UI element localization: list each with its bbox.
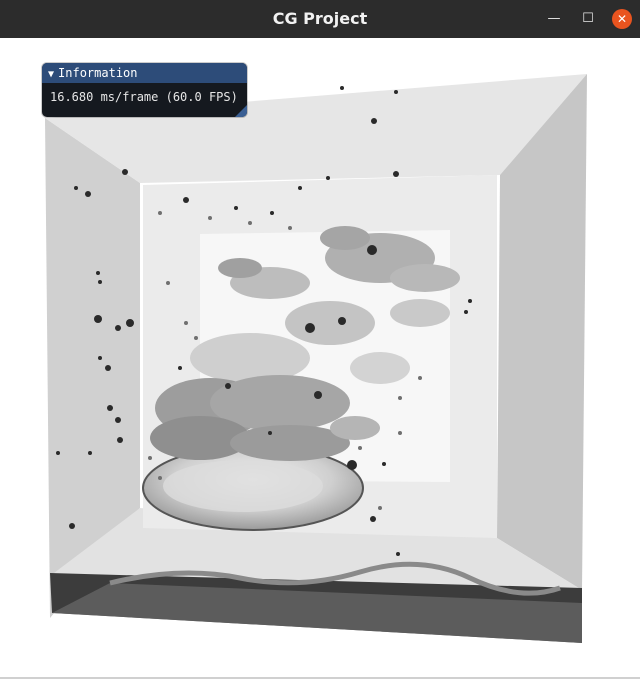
app-window: CG Project — ☐ ✕ ▼ Information 16.680 ms… — [0, 0, 640, 679]
minimize-button[interactable]: — — [544, 9, 564, 29]
render-viewport[interactable] — [0, 38, 640, 679]
collapse-arrow-icon[interactable]: ▼ — [48, 65, 54, 85]
title-bar[interactable]: CG Project — ☐ ✕ — [0, 0, 640, 38]
maximize-icon: ☐ — [582, 11, 594, 26]
information-panel-title: Information — [58, 66, 138, 80]
frame-stats-text: 16.680 ms/frame (60.0 FPS) — [50, 90, 238, 104]
bowl-inner — [163, 460, 323, 512]
information-panel-header[interactable]: ▼ Information — [42, 63, 247, 83]
close-icon: ✕ — [616, 12, 628, 26]
close-button[interactable]: ✕ — [612, 9, 632, 29]
resize-grip-icon[interactable] — [235, 105, 247, 117]
minimize-icon: — — [547, 11, 561, 26]
maximize-button[interactable]: ☐ — [578, 9, 598, 29]
scene-canvas — [45, 74, 587, 643]
information-panel[interactable]: ▼ Information 16.680 ms/frame (60.0 FPS) — [42, 63, 247, 117]
